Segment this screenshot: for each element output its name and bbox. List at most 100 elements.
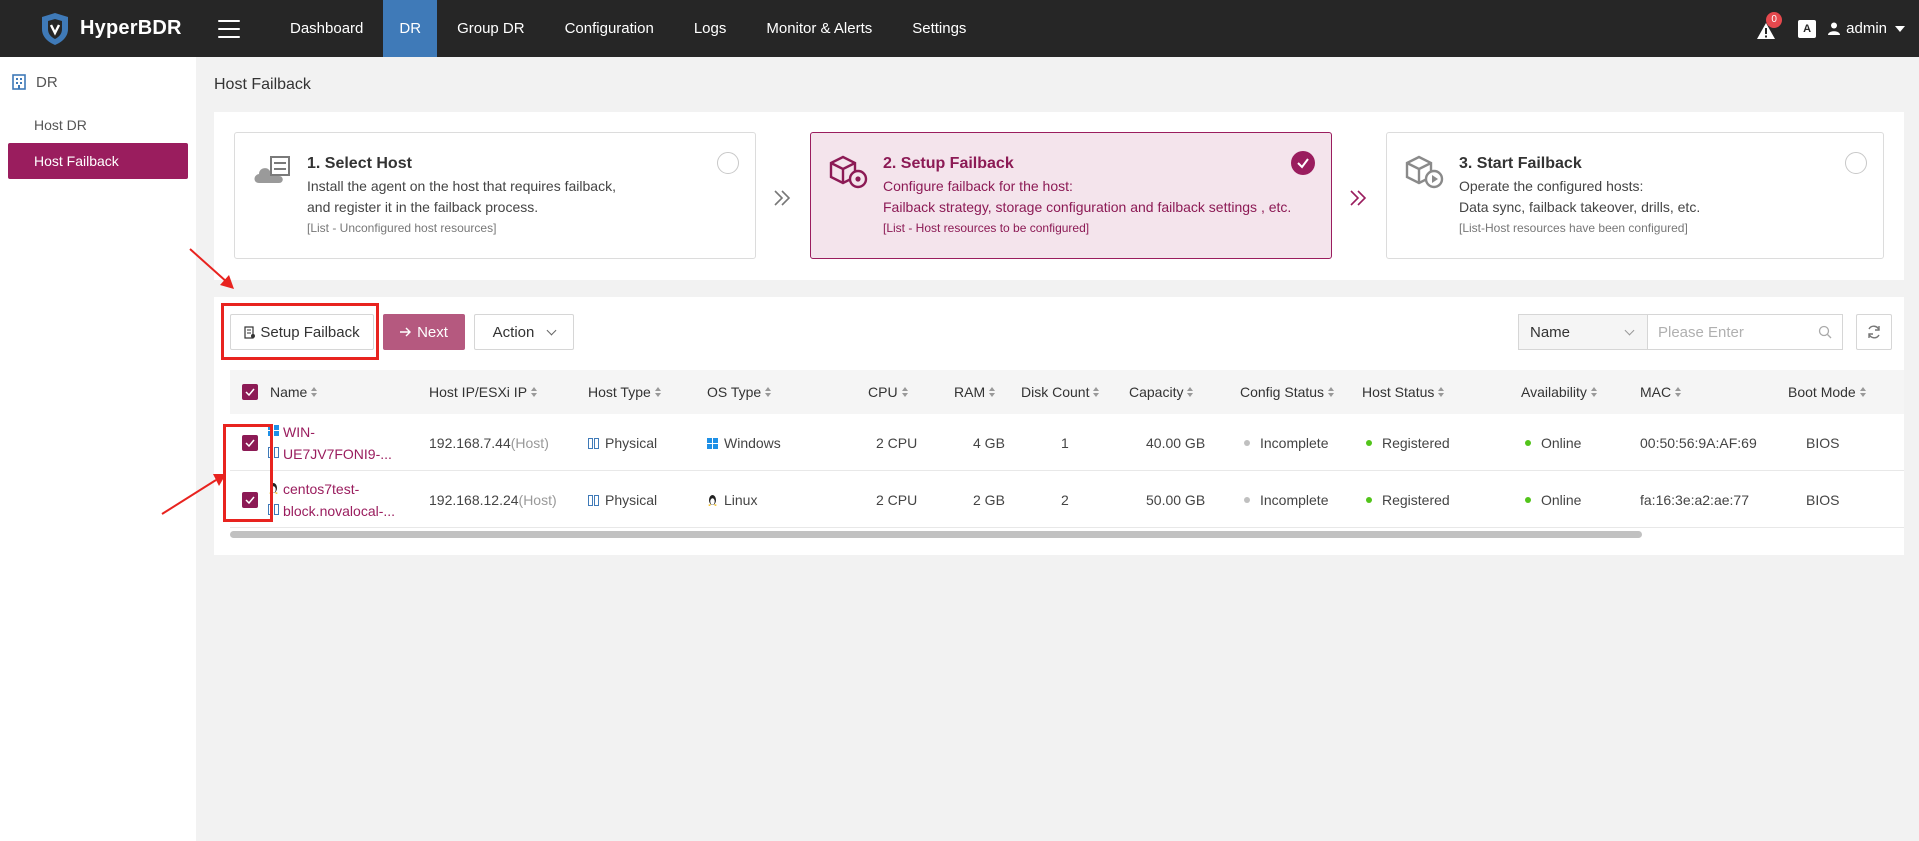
column-header-cpu[interactable]: CPU: [868, 370, 908, 414]
table-row[interactable]: centos7test- block.novalocal-... 192.168…: [230, 472, 1904, 528]
column-header-name[interactable]: Name: [270, 370, 318, 414]
step-select-host[interactable]: 1. Select Host Install the agent on the …: [234, 132, 756, 259]
host-name-cell[interactable]: centos7test- block.novalocal-...: [268, 472, 395, 528]
column-header-os-type[interactable]: OS Type: [707, 370, 772, 414]
column-header-ip[interactable]: Host IP/ESXi IP: [429, 370, 538, 414]
sort-icon[interactable]: [1438, 387, 1445, 397]
sort-icon[interactable]: [531, 387, 538, 397]
refresh-button[interactable]: [1856, 314, 1892, 350]
sort-icon[interactable]: [311, 387, 318, 397]
column-label: RAM: [954, 384, 986, 400]
search-input[interactable]: [1658, 323, 1818, 341]
host-ip: 192.168.7.44: [429, 435, 511, 451]
nav-dashboard[interactable]: Dashboard: [270, 0, 383, 57]
user-menu[interactable]: admin: [1828, 20, 1905, 37]
sidebar: DR Host DR Host Failback: [0, 57, 196, 841]
sidebar-section-dr[interactable]: DR: [0, 57, 196, 107]
config-status-cell: Incomplete: [1244, 472, 1328, 528]
disk-count-cell: 1: [1061, 435, 1069, 451]
capacity-cell: 40.00 GB: [1146, 435, 1206, 451]
column-header-mac[interactable]: MAC: [1640, 370, 1682, 414]
column-header-host-status[interactable]: Host Status: [1362, 370, 1445, 414]
host-name-link[interactable]: centos7test- block.novalocal-...: [283, 478, 395, 522]
column-header-capacity[interactable]: Capacity: [1129, 370, 1194, 414]
search-icon[interactable]: [1818, 325, 1832, 339]
column-label: Availability: [1521, 384, 1587, 400]
next-label: Next: [417, 323, 448, 341]
step-setup-failback[interactable]: 2. Setup Failback Configure failback for…: [810, 132, 1332, 259]
step-radio[interactable]: [717, 152, 739, 174]
sort-icon[interactable]: [1187, 387, 1194, 397]
disk-count-cell: 2: [1061, 492, 1069, 508]
app-logo[interactable]: HyperBDR: [38, 12, 218, 46]
boot-mode-cell: BIOS: [1806, 492, 1840, 508]
language-icon[interactable]: A: [1798, 19, 1817, 38]
cpu-cell: 2 CPU: [876, 492, 918, 508]
status-dot: [1244, 497, 1250, 503]
column-header-host-type[interactable]: Host Type: [588, 370, 661, 414]
step-description-line: Configure failback for the host:: [883, 178, 1073, 194]
mac-cell: fa:16:3e:a2:ae:77: [1640, 492, 1749, 508]
sort-icon[interactable]: [1675, 387, 1682, 397]
host-name-cell[interactable]: WIN- UE7JV7FONI9-...: [268, 415, 392, 471]
next-button[interactable]: Next: [383, 314, 465, 350]
nav-group-dr[interactable]: Group DR: [437, 0, 545, 57]
host-name-line: centos7test-: [283, 481, 360, 497]
host-ip-cell: 192.168.7.44 (Host): [429, 415, 549, 471]
host-table-card: Setup Failback Next Action Name Please E…: [214, 297, 1904, 555]
sort-icon[interactable]: [989, 387, 996, 397]
menu-toggle-icon[interactable]: [218, 19, 240, 38]
sidebar-item-host-dr[interactable]: Host DR: [8, 107, 188, 143]
column-header-boot-mode[interactable]: Boot Mode: [1788, 370, 1866, 414]
sort-icon[interactable]: [901, 387, 908, 397]
step-radio[interactable]: [1845, 152, 1867, 174]
nav-dr[interactable]: DR: [383, 0, 438, 57]
column-header-ram[interactable]: RAM: [954, 370, 996, 414]
host-type: Physical: [605, 492, 658, 508]
step-check-icon[interactable]: [1291, 151, 1315, 175]
select-all-cell[interactable]: [242, 370, 258, 414]
nav-configuration[interactable]: Configuration: [545, 0, 674, 57]
column-header-disk-count[interactable]: Disk Count: [1021, 370, 1100, 414]
sort-icon[interactable]: [654, 387, 661, 397]
step-title: 3. Start Failback: [1459, 155, 1582, 172]
column-header-availability[interactable]: Availability: [1521, 370, 1597, 414]
select-all-checkbox[interactable]: [242, 384, 258, 400]
host-name-link[interactable]: WIN- UE7JV7FONI9-...: [283, 421, 392, 465]
availability: Online: [1541, 435, 1582, 451]
column-header-config-status[interactable]: Config Status: [1240, 370, 1335, 414]
column-label: MAC: [1640, 384, 1672, 400]
horizontal-scrollbar[interactable]: [230, 531, 1642, 538]
host-status-cell: Registered: [1366, 472, 1450, 528]
sort-icon[interactable]: [1328, 387, 1335, 397]
nav-settings[interactable]: Settings: [892, 0, 986, 57]
step-description-line: Install the agent on the host that requi…: [307, 178, 616, 194]
alerts-button[interactable]: 0: [1756, 11, 1783, 40]
action-dropdown[interactable]: Action: [474, 314, 574, 350]
chevron-down-icon: [1624, 325, 1635, 336]
highlight-box-checkboxes: [223, 424, 273, 522]
step-description: Configure failback for the host: Failbac…: [883, 176, 1323, 218]
availability-cell: Online: [1525, 415, 1581, 471]
host-name-line: block.novalocal-...: [283, 503, 396, 519]
sort-icon[interactable]: [1859, 387, 1866, 397]
play-box-icon: [1405, 155, 1444, 189]
server-icon: [588, 437, 599, 449]
sidebar-item-host-failback[interactable]: Host Failback: [8, 143, 188, 179]
refresh-icon: [1868, 325, 1880, 339]
nav-logs[interactable]: Logs: [674, 0, 747, 57]
column-label: Host Status: [1362, 384, 1435, 400]
sort-icon[interactable]: [1590, 387, 1597, 397]
nav-monitor-alerts[interactable]: Monitor & Alerts: [746, 0, 892, 57]
table-row[interactable]: WIN- UE7JV7FONI9-... 192.168.7.44 (Host) …: [230, 415, 1904, 471]
sort-icon[interactable]: [1093, 387, 1100, 397]
step-start-failback[interactable]: 3. Start Failback Operate the configured…: [1386, 132, 1884, 259]
boot-mode-cell: BIOS: [1806, 435, 1840, 451]
step-title: 2. Setup Failback: [883, 155, 1014, 172]
config-status: Incomplete: [1260, 492, 1329, 508]
sort-icon[interactable]: [765, 387, 772, 397]
gear-box-icon: [829, 155, 868, 189]
action-label: Action: [492, 323, 535, 341]
search-field-select[interactable]: Name: [1518, 314, 1648, 350]
host-ip-suffix: (Host): [518, 492, 557, 508]
